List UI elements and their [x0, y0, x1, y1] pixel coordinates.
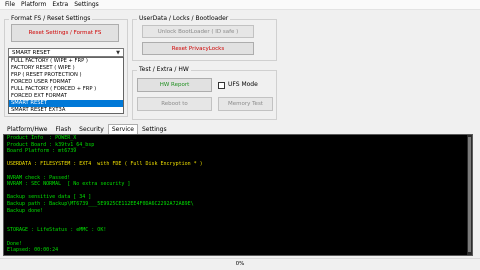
dropdown-option[interactable]: FORCED USER FORMAT: [9, 79, 123, 86]
log-line: Done!: [7, 240, 23, 247]
menu-platform[interactable]: Platform: [18, 0, 49, 10]
dropdown-option[interactable]: FACTORY RESET ( WIPE ): [9, 65, 123, 72]
log-line: Backup path : Backup\MT6739___5E9925CE11…: [7, 200, 194, 207]
log-line: NVRAM : SEC NORMAL [ No extra security ]: [7, 181, 131, 188]
dropdown-option[interactable]: FULL FACTORY ( WIPE + FRP ): [9, 58, 123, 65]
status-bar: 0%: [0, 258, 480, 270]
ufs-mode-label: UFS Mode: [228, 81, 258, 88]
test-group-title: Test / Extra / HW: [137, 66, 191, 74]
log-line: Backup done!: [7, 207, 44, 214]
userdata-group-title: UserData / Locks / Bootloader: [137, 15, 231, 23]
scrollbar-thumb[interactable]: [468, 137, 471, 252]
log-lines: Product Info : POWER_X Product Board : k3…: [4, 135, 472, 254]
reset-mode-dropdown[interactable]: FULL FACTORY ( WIPE + FRP ) FACTORY RESE…: [8, 57, 124, 114]
log-line: USERDATA : FILESYSTEM : EXT4 with FDE ( …: [7, 161, 203, 168]
hw-report-button[interactable]: HW Report: [137, 78, 212, 92]
log-line: Product Board : k39tv1_64_bsp: [7, 141, 95, 148]
menu-extra[interactable]: Extra: [49, 0, 71, 10]
unlock-bootloader-button[interactable]: Unlock BootLoader ( ID safe ): [142, 25, 254, 38]
log-line: Product Info : POWER_X: [7, 135, 77, 141]
reset-privacy-locks-button[interactable]: Reset PrivacyLocks: [142, 42, 254, 55]
reset-settings-button[interactable]: Reset Settings / Format FS: [11, 24, 119, 42]
dropdown-option[interactable]: FORCED EXT FORMAT: [9, 93, 123, 100]
memory-test-button[interactable]: Memory Test: [218, 97, 273, 111]
menu-file[interactable]: File: [0, 0, 18, 10]
log-line: STORAGE : LifeStatus : eMMC : OK!: [7, 227, 107, 234]
tab-settings[interactable]: Settings: [138, 124, 171, 134]
tab-platform[interactable]: Platform/Hwe: [3, 124, 51, 134]
log-line: Elapsed: 00:00:24: [7, 247, 59, 254]
tab-flash[interactable]: Flash: [51, 124, 75, 134]
ufs-mode-checkbox[interactable]: [218, 82, 225, 89]
tab-security[interactable]: Security: [75, 124, 108, 134]
dropdown-option[interactable]: SMART RESET EXT3A: [9, 107, 123, 114]
menu-settings[interactable]: Settings: [71, 0, 102, 10]
reset-mode-select[interactable]: SMART RESET ▼: [8, 48, 124, 57]
reboot-button[interactable]: Reboot to: [137, 97, 212, 111]
log-line: Backup sensitive data [ 34 ]: [7, 194, 92, 201]
reset-mode-value: SMART RESET: [12, 49, 51, 56]
dropdown-option[interactable]: FULL FACTORY ( FORCED + FRP ): [9, 86, 123, 93]
menu-bar: File Platform Extra Settings: [0, 0, 480, 10]
log-line: Board Platform : mt6739: [7, 148, 77, 155]
progress-text: 0%: [235, 261, 245, 267]
log-console[interactable]: Product Info : POWER_X Product Board : k3…: [3, 134, 473, 256]
tab-service[interactable]: Service: [107, 124, 138, 134]
format-group-title: Format FS / Reset Settings: [9, 15, 93, 23]
dropdown-option[interactable]: FRP ( RESET PROTECTION ): [9, 72, 123, 79]
dropdown-option-selected[interactable]: SMART RESET: [9, 100, 123, 107]
log-line: NVRAM check : Passed!: [7, 174, 71, 181]
log-scrollbar[interactable]: [467, 135, 472, 255]
tab-bar: Platform/Hwe Flash Security Service Sett…: [3, 124, 171, 134]
